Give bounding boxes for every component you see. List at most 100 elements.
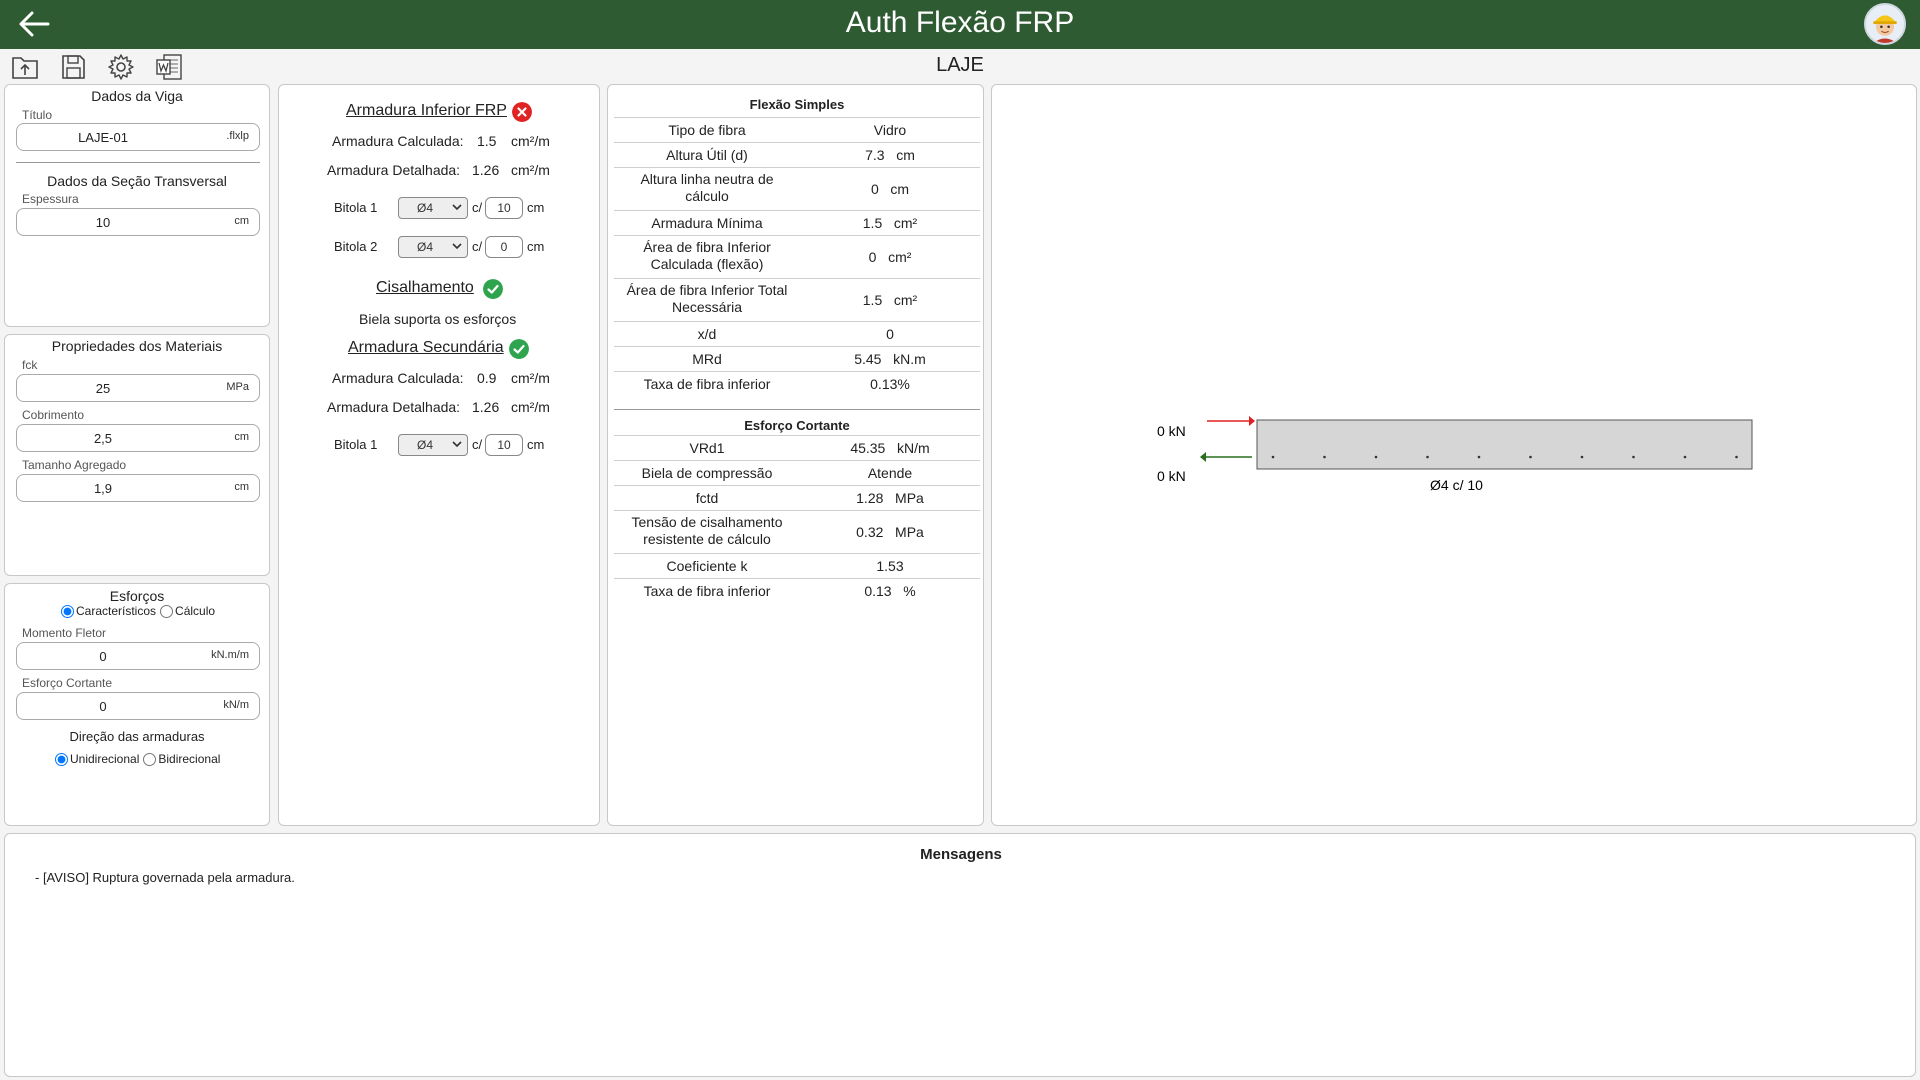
results-row: fctd 1.28 MPa [614,485,980,510]
cobrimento-input[interactable] [23,428,183,448]
results-row-value: 0 [886,326,894,342]
sec-det-unit: cm²/m [511,399,550,415]
sec-bitola1-spacing[interactable]: 10 [485,434,523,456]
cortante-field[interactable]: kN/m [16,692,260,720]
momento-field[interactable]: kN.m/m [16,642,260,670]
radio-calculo[interactable] [160,604,174,618]
flexao-title: Flexão Simples [749,97,845,112]
slab-section-drawing [1200,416,1753,470]
armadura-secundaria-title[interactable]: Armadura Secundária [348,339,504,357]
inf-bitola1-spacing[interactable]: 10 [485,197,523,219]
cisalhamento-text: Biela suporta os esforços [359,311,517,327]
spacing-sep: c/ [472,200,483,215]
cortante-input[interactable] [23,696,183,716]
radio-caracteristicos[interactable] [61,604,74,618]
results-row-label: Tensão de cisalhamento resistente de cál… [631,514,783,547]
engineer-avatar-icon [1873,15,1897,43]
fck-field[interactable]: MPa [16,374,260,402]
cortante-label: Esforço Cortante [22,676,113,690]
results-row: Área de fibra Inferior Total Necessária 1… [614,278,980,321]
direcao-title: Direção das armaduras [69,729,205,744]
inf-bitola1-select[interactable]: Ø4 [398,197,468,219]
results-row-label: Altura linha neutra de cálculo [640,171,774,204]
sec-calc-unit: cm²/m [511,370,550,386]
espessura-unit: cm [234,215,249,227]
momento-input[interactable] [23,646,183,666]
results-row-value: 0.13 % [864,583,916,599]
inf-bitola1-value: Ø4 [417,201,434,215]
results-row-value: 0.13% [870,376,910,392]
cisalhamento-title[interactable]: Cisalhamento [376,279,474,297]
espessura-input[interactable] [23,212,183,232]
sec-det-label: Armadura Detalhada: [327,399,461,415]
beam-data-panel: Dados da Viga Título .flxlp Dados da Seç… [4,84,270,327]
results-row-label: Altura Útil (d) [666,147,748,163]
beam-data-title: Dados da Viga [91,88,183,104]
drawing-panel: 0 kN 0 kN Ø4 c/ 10 [991,84,1917,826]
inf-det-label: Armadura Detalhada: [327,162,461,178]
cortante-title: Esforço Cortante [614,409,980,433]
bottom-arrow-head [1200,452,1206,462]
spacing-sep: c/ [472,239,483,254]
fck-unit: MPa [226,381,249,393]
fck-input[interactable] [23,378,183,398]
bidirecional-label: Bidirecional [158,752,221,766]
app-title: Auth Flexão FRP [845,6,1075,39]
results-row-label: Biela de compressão [641,465,773,481]
slab-section [1256,419,1753,470]
results-row-value: Atende [867,465,913,481]
results-panel: Flexão Simples Tipo de fibra Vidro Altura … [607,84,984,826]
results-row: Tensão de cisalhamento resistente de cál… [614,510,980,553]
cobrimento-field[interactable]: cm [16,424,260,452]
reinforcement-panel: Armadura Inferior FRP Armadura Calculada… [278,84,600,826]
rebar-dot [1323,455,1326,459]
rebar-dot [1426,455,1429,459]
results-row-label: x/d [697,326,717,342]
materials-title: Propriedades dos Materiais [51,338,223,354]
user-avatar[interactable] [1864,3,1906,45]
results-row-value: 7.3 cm [865,147,915,163]
radio-bidirecional[interactable] [143,752,157,766]
bar-spacing-label: Ø4 c/ 10 [1430,477,1483,493]
calculo-label: Cálculo [175,604,216,618]
inf-bitola1-label: Bitola 1 [334,200,378,215]
sec-calc-value: 0.9 [477,370,497,386]
chevron-down-icon [452,204,462,211]
espessura-field[interactable]: cm [16,208,260,236]
inf-calc-label: Armadura Calculada: [332,133,464,149]
inf-bitola2-spacing[interactable]: 0 [485,236,523,258]
efforts-panel: Esforços Característicos Cálculo Momento… [4,583,270,826]
unidirecional-label: Unidirecional [70,752,140,766]
sec-bitola1-label: Bitola 1 [334,437,378,452]
check-icon [509,339,529,359]
momento-unit: kN.m/m [211,649,249,661]
top-arrow-head [1249,416,1255,426]
rebar-dot [1735,455,1738,459]
spacing-unit: cm [527,437,545,452]
agregado-field[interactable]: cm [16,474,260,502]
titulo-field[interactable]: .flxlp [16,123,260,151]
cortante-unit: kN/m [223,699,249,711]
momento-label: Momento Fletor [22,626,107,640]
results-row-label: Área de fibra Inferior Total Necessária [626,282,788,315]
titulo-input[interactable] [23,127,183,147]
sec-bitola1-select[interactable]: Ø4 [398,434,468,456]
rebar-dot [1529,455,1532,459]
results-table: Flexão Simples Tipo de fibra Vidro Altura … [614,91,980,611]
cobrimento-unit: cm [234,431,249,443]
results-row-value: 5.45 kN.m [854,351,926,367]
agregado-input[interactable] [23,478,183,498]
results-row-value: 0.32 MPa [856,524,924,540]
armadura-inferior-title[interactable]: Armadura Inferior FRP [346,102,507,120]
results-row-value: 1.53 [876,558,904,574]
rebar-dot [1374,455,1378,459]
results-row: Biela de compressão Atende [614,460,980,485]
check-icon [483,279,503,299]
inf-calc-value: 1.5 [477,133,497,149]
inf-bitola2-select[interactable]: Ø4 [398,236,468,258]
rebar-dot [1477,455,1481,459]
radio-unidirecional[interactable] [55,752,68,766]
messages-panel: Mensagens - [AVISO] Ruptura governada pe… [4,833,1916,1077]
results-row-value: Vidro [873,122,907,138]
results-row-value: 1.28 MPa [856,490,924,506]
